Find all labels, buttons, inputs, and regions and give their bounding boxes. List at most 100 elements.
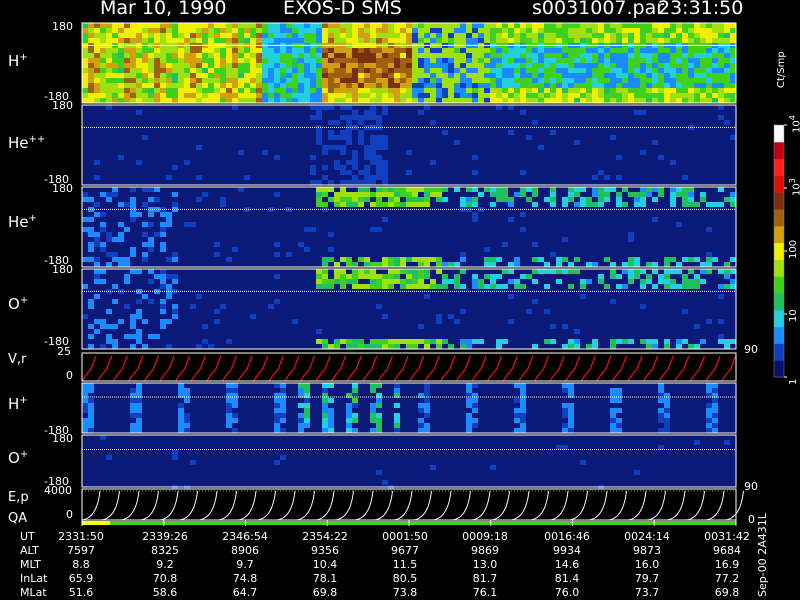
heat-cell [388,279,394,284]
heat-cell [628,68,634,73]
heat-cell [238,88,244,93]
heat-cell [496,93,502,98]
heat-cell [406,78,412,83]
heat-cell [724,339,730,344]
heat-cell [550,23,556,28]
heat-cell [226,63,232,68]
heat-cell [466,187,472,192]
heat-cell [580,78,586,83]
heat-cell [598,38,604,43]
heat-cell [394,257,400,262]
heat-cell [508,98,514,103]
heat-cell [304,247,310,252]
heat-cell [628,78,634,83]
heat-cell [550,48,556,53]
heat-cell [94,160,100,165]
heat-cell [202,98,208,103]
heat-cell [658,88,664,93]
heat-cell [610,413,616,418]
heat-cell [562,324,568,329]
heat-cell [340,165,346,170]
heat-cell [706,408,712,413]
heat-cell [292,68,298,73]
heat-cell [142,28,148,33]
heat-cell [328,232,334,237]
heat-cell [574,269,580,274]
heat-cell [646,63,652,68]
heat-cell [400,78,406,83]
heat-cell [106,93,112,98]
heat-cell [622,53,628,58]
heat-cell [718,319,724,324]
heat-cell [640,98,646,103]
heat-cell [316,68,322,73]
heat-cell [184,38,190,43]
heat-cell [508,88,514,93]
heat-cell [160,98,166,103]
heat-cell [586,53,592,58]
heat-cell [706,269,712,274]
heat-cell [562,83,568,88]
heat-cell [598,73,604,78]
heat-cell [202,78,208,83]
heat-cell [340,284,346,289]
heat-cell [100,435,106,440]
heat-cell [178,88,184,93]
heat-cell [508,105,514,110]
heat-cell [352,48,358,53]
heat-cell [274,155,280,160]
heat-cell [286,88,292,93]
heat-cell [658,274,664,279]
heat-cell [688,202,694,207]
heat-cell [376,98,382,103]
heat-cell [526,88,532,93]
heat-cell [502,187,508,192]
heat-cell [670,160,676,165]
ephemeris-cell: 8906 [231,544,259,557]
heat-cell [274,408,280,413]
heat-cell [682,58,688,63]
heat-cell [190,83,196,88]
heat-cell [574,78,580,83]
heat-cell [640,53,646,58]
heat-cell [334,48,340,53]
heat-cell [472,58,478,63]
heat-cell [142,232,148,237]
heat-cell [160,247,166,252]
heat-cell [394,388,400,393]
heat-cell [628,339,634,344]
heat-cell [130,68,136,73]
heat-cell [286,33,292,38]
heat-cell [220,23,226,28]
heat-cell [94,175,100,180]
heat-cell [586,33,592,38]
heat-cell [292,23,298,28]
heat-cell [166,98,172,103]
heat-cell [406,88,412,93]
heat-cell [640,83,646,88]
heat-cell [328,68,334,73]
heat-cell [448,28,454,33]
heat-cell [424,403,430,408]
heat-cell [376,93,382,98]
ephemeris-cell: 79.7 [634,572,660,585]
heat-cell [598,274,604,279]
heat-cell [412,274,418,279]
heat-cell [586,88,592,93]
heat-cell [724,344,730,349]
heat-cell [196,294,202,299]
heat-cell [346,135,352,140]
heat-cell [286,78,292,83]
heat-cell [664,339,670,344]
heat-cell [220,93,226,98]
heat-cell [256,83,262,88]
heat-cell [400,93,406,98]
heat-cell [142,33,148,38]
heat-cell [694,38,700,43]
heat-cell [508,48,514,53]
heat-cell [238,73,244,78]
heat-cell [682,53,688,58]
heat-cell [460,38,466,43]
heat-cell [106,83,112,88]
heat-cell [610,93,616,98]
